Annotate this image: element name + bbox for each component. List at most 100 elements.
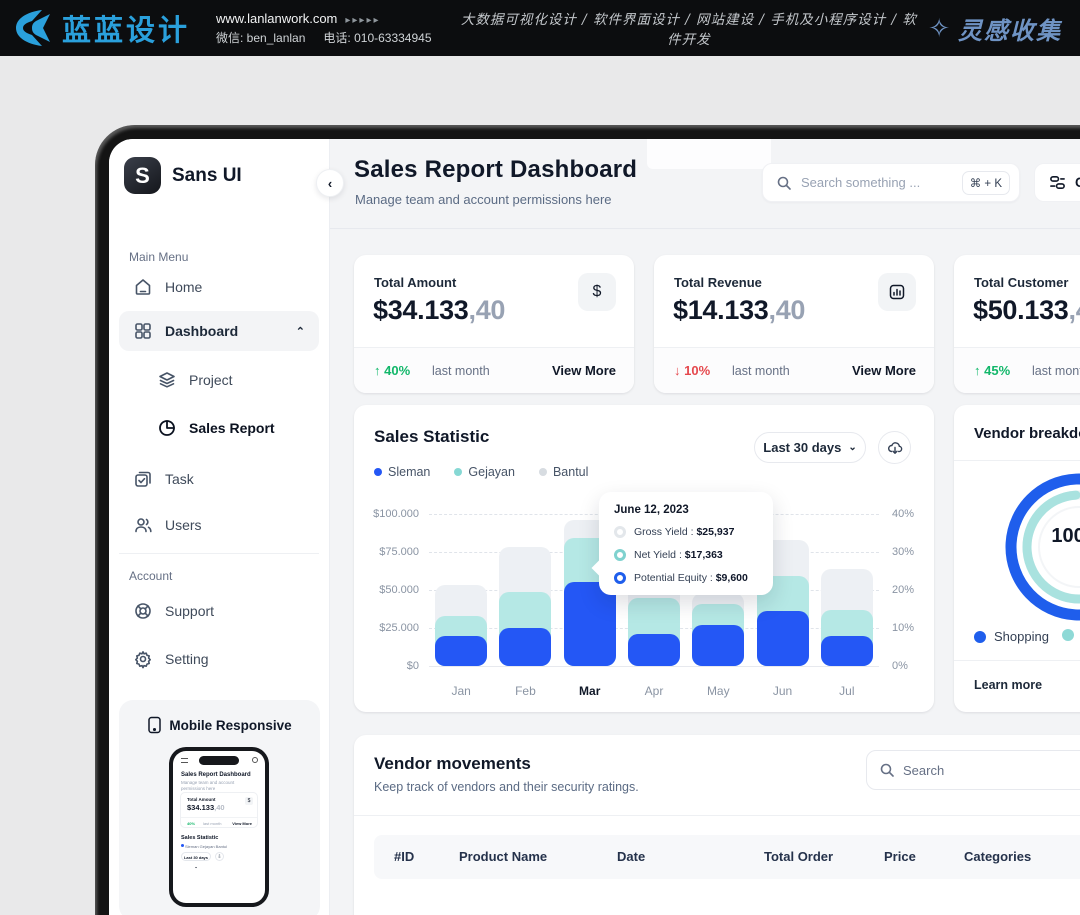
lanlan-logo: 蓝蓝设计 [12,7,190,49]
dashboard-screen: S Sans UI Main Menu Home Dashboard ⌃ Pro… [109,139,1080,915]
sales-statistic-card: Sales Statistic SlemanGejayanBantul Last… [354,405,934,712]
sidebar-item-dashboard[interactable]: Dashboard ⌃ [119,311,319,351]
tooltip-row: Net Yield : $17,363 [614,549,723,561]
stat-value: $50.133,40 [973,295,1080,326]
bar-sleman-feb[interactable] [499,628,551,666]
donut-center-value: 100% [1049,525,1080,548]
banner-phone: 电话: 010-63334945 [323,31,431,45]
layers-icon [157,370,177,390]
users-icon [133,515,153,535]
sidebar-item-home[interactable]: Home [119,267,319,307]
table-column-header: Price [884,849,916,864]
legend-item-sleman: Sleman [374,465,430,479]
mini-subtitle: Manage team and account permissions here [181,780,241,792]
sidebar-item-setting[interactable]: Setting [119,639,319,679]
sidebar-collapse-button[interactable]: ‹ [316,169,344,197]
home-icon [133,277,153,297]
table-column-header: Categories [964,849,1031,864]
table-column-header: Product Name [459,849,547,864]
mini-range-button: Last 30 days ⌄ [181,852,211,861]
bar-sleman-may[interactable] [692,625,744,666]
sidebar-item-support[interactable]: Support [119,591,319,631]
task-icon [133,469,153,489]
stat-card-total-customer: Total Customer $50.133,40 ↑ 45% last mon… [954,255,1080,393]
sidebar-item-task[interactable]: Task [119,459,319,499]
banner-arrows: ▸▸▸▸▸ [345,15,380,26]
search-placeholder: Search something ... [801,175,962,190]
table-search-input[interactable]: Search [866,750,1080,790]
brand-logo-icon: S [124,157,161,194]
trend-note: last month [1032,364,1080,378]
bar-sleman-apr[interactable] [628,634,680,666]
potential-equity-ring-icon [614,572,626,584]
vendor-movements-title: Vendor movements [374,754,531,774]
sidebar-item-label: Home [165,279,202,295]
mini-notch [199,756,239,765]
divider [354,815,1080,816]
donut-legend-shopping: Shopping [974,629,1049,644]
legend-dot [539,468,547,476]
learn-more-link[interactable]: Learn more [974,678,1042,692]
sliders-icon [1049,174,1066,191]
tooltip-row: Gross Yield : $25,937 [614,526,734,538]
search-placeholder: Search [903,763,944,778]
y-axis-tick-right: 0% [892,660,932,672]
dashboard-icon [133,321,153,341]
gear-icon [133,649,153,669]
view-more-link[interactable]: View More [552,363,616,378]
legend-dot [374,468,382,476]
phone-icon [147,716,162,734]
sidebar-item-users[interactable]: Users [119,505,319,545]
legend-item-bantul: Bantul [539,465,588,479]
mini-dollar-icon: $ [245,797,253,805]
tooltip-date: June 12, 2023 [614,504,689,516]
collect-text: 灵感收集 [958,11,1062,46]
pie-chart-icon [157,418,177,438]
download-button[interactable] [878,431,911,464]
y-axis-tick-left: $50.000 [359,584,419,596]
y-axis-tick-right: 10% [892,622,932,634]
date-range-button[interactable]: Last 30 days ⌄ [754,432,866,463]
trend-note: last month [732,364,790,378]
y-axis-tick-left: $25.000 [359,622,419,634]
y-axis-tick-right: 20% [892,584,932,596]
brand: S Sans UI [124,157,242,194]
y-axis-tick-left: $0 [359,660,419,672]
sidebar-item-sales-report[interactable]: Sales Report [119,408,319,448]
banner-website: www.lanlanwork.com [216,11,337,26]
table-header-row: #IDProduct NameDateTotal OrderPriceCateg… [374,835,1080,879]
banner-services: 大数据可视化设计 / 软件界面设计 / 网站建设 / 手机及小程序设计 / 软件… [450,8,929,48]
gross-yield-ring-icon [614,526,626,538]
sidebar-item-project[interactable]: Project [119,360,319,400]
legend-dot [1062,629,1074,641]
mini-legend: Sleman Gejayan Bantul [181,844,227,849]
sidebar-item-label: Task [165,471,194,487]
gridline [429,666,879,667]
lanlan-logo-text: 蓝蓝设计 [62,7,190,49]
search-icon [879,762,895,778]
sidebar: S Sans UI Main Menu Home Dashboard ⌃ Pro… [109,139,330,915]
x-axis-label: Jul [815,684,879,698]
mini-download-icon: ⇩ [215,852,224,861]
y-axis-tick-left: $75.000 [359,546,419,558]
page-subtitle: Manage team and account permissions here [355,192,612,207]
bar-sleman-jan[interactable] [435,636,487,666]
life-buoy-icon [133,601,153,621]
view-more-link[interactable]: View More [852,363,916,378]
mini-stat-card: Total Amount $34.133,40 $ 40% last month… [180,792,258,828]
divider [954,460,1080,461]
bar-sleman-jun[interactable] [757,611,809,666]
chart-tooltip: June 12, 2023 Gross Yield : $25,937 Net … [599,492,773,595]
promo-banner: 蓝蓝设计 www.lanlanwork.com▸▸▸▸▸ 微信: ben_lan… [0,0,1080,56]
x-axis-label: Feb [493,684,557,698]
chevron-up-icon: ⌃ [296,325,305,338]
global-search-input[interactable]: Search something ... ⌘ + K [762,163,1020,202]
bar-sleman-jul[interactable] [821,636,873,666]
chart-title: Sales Statistic [374,427,489,447]
table-column-header: Date [617,849,645,864]
chart-legend: SlemanGejayanBantul [374,465,588,479]
customize-button[interactable]: Customize [1034,163,1080,202]
legend-dot [974,631,986,643]
mobile-card-title: Mobile Responsive [169,718,291,733]
stat-value: $14.133,40 [673,295,805,326]
